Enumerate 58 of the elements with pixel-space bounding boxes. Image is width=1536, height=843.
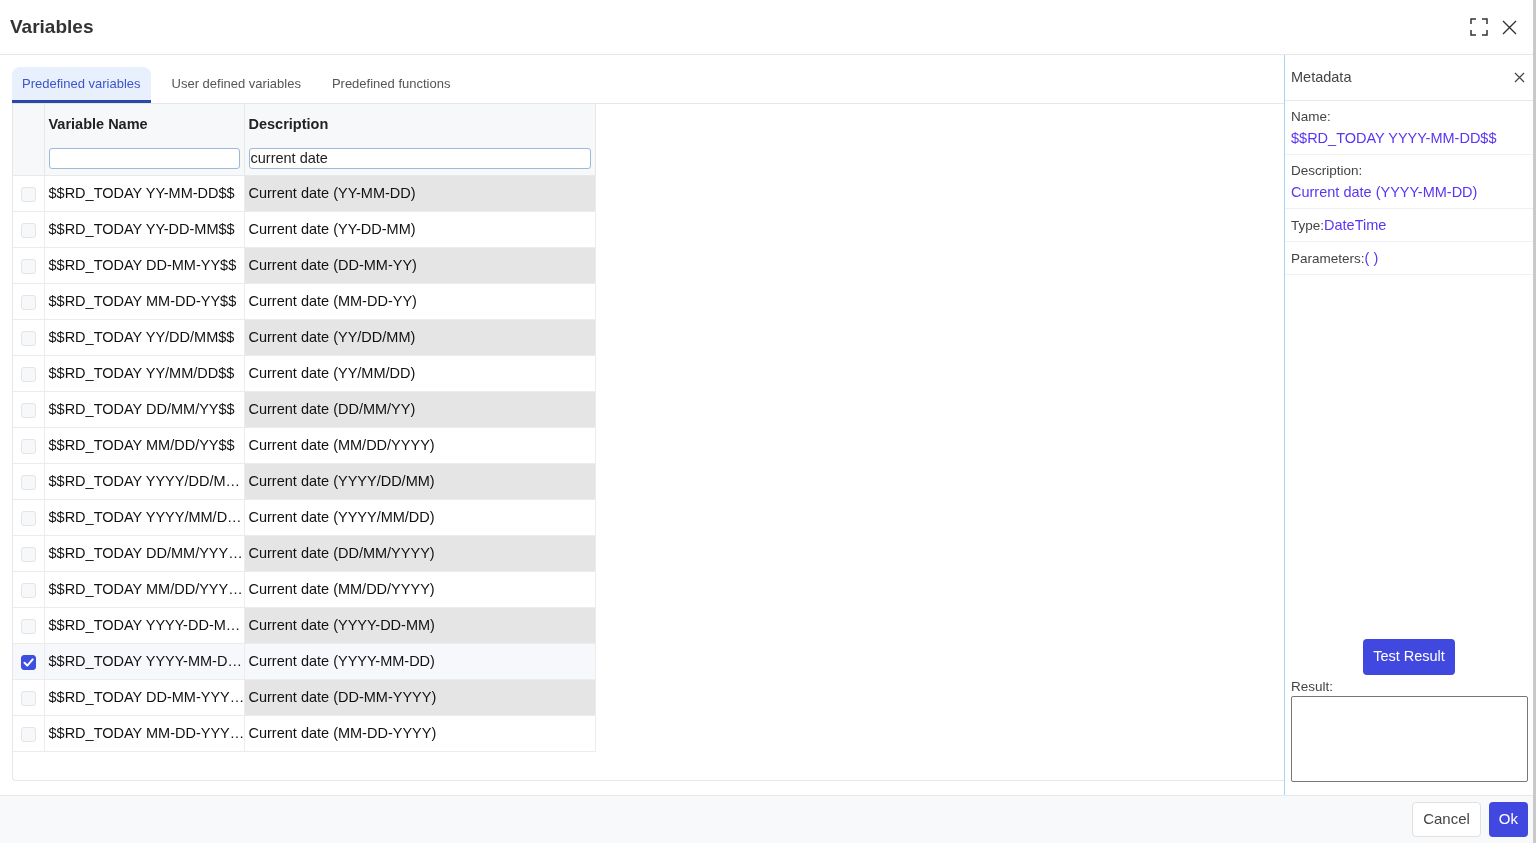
table-cell: Current date (MM-DD-YY) <box>244 283 595 320</box>
table-cell: Current date (DD-MM-YYYY) <box>244 679 595 716</box>
table-cell: $$RD_TODAY YY/MM/DD$$ <box>44 355 244 392</box>
field-label: Type: <box>1291 217 1325 235</box>
table-cell: Current date (YY-MM-DD) <box>244 175 595 212</box>
table-cell: $$RD_TODAY YYYY-MM-D… <box>44 643 244 680</box>
field-label: Name: <box>1291 108 1331 126</box>
column-header: Variable Name <box>48 115 149 134</box>
table-cell: $$RD_TODAY DD-MM-YY$$ <box>44 247 244 284</box>
panel-title: Metadata <box>1291 67 1352 87</box>
field-value: Current date (YYYY-MM-DD) <box>1291 183 1478 202</box>
checkbox[interactable] <box>20 654 36 670</box>
table-cell: $$RD_TODAY DD/MM/YYY… <box>44 535 244 572</box>
column-header: Description <box>248 115 330 134</box>
table-cell: Current date (YYYY/DD/MM) <box>244 463 595 500</box>
table-cell: $$RD_TODAY MM/DD/YYY… <box>44 571 244 608</box>
table-cell: $$RD_TODAY YY/DD/MM$$ <box>44 319 244 356</box>
table-cell: $$RD_TODAY MM-DD-YY$$ <box>44 283 244 320</box>
fullscreen-icon[interactable] <box>1470 18 1488 36</box>
table-cell: Current date (YYYY-DD-MM) <box>244 607 595 644</box>
result-field[interactable] <box>1291 696 1528 782</box>
field-label: Parameters: <box>1291 250 1365 268</box>
table-cell: $$RD_TODAY DD-MM-YYY… <box>44 679 244 716</box>
field-value: DateTime <box>1324 216 1387 235</box>
result-label: Result: <box>1290 678 1335 696</box>
table-cell: $$RD_TODAY MM-DD-YYY… <box>44 715 244 752</box>
field-label: Description: <box>1291 162 1363 180</box>
table-cell: $$RD_TODAY MM/DD/YY$$ <box>44 427 244 464</box>
tab[interactable]: Predefined variables <box>12 67 151 103</box>
table-cell: Current date (DD/MM/YY) <box>244 391 595 428</box>
filter-field[interactable]: current date <box>248 148 591 169</box>
field-value: $$RD_TODAY YYYY-MM-DD$$ <box>1291 129 1497 148</box>
table-cell: Current date (MM/DD/YYYY) <box>244 427 595 464</box>
table-cell: $$RD_TODAY YYYY-DD-M… <box>44 607 244 644</box>
table-cell: Current date (YYYY/MM/DD) <box>244 499 595 536</box>
tab[interactable]: User defined variables <box>161 67 311 103</box>
table-cell: $$RD_TODAY YY-MM-DD$$ <box>44 175 244 212</box>
table-cell: $$RD_TODAY DD/MM/YY$$ <box>44 391 244 428</box>
table-cell: Current date (MM-DD-YYYY) <box>244 715 595 752</box>
table-cell: $$RD_TODAY YYYY/DD/M… <box>44 463 244 500</box>
close-icon[interactable] <box>1502 19 1517 35</box>
table-cell: Current date (MM/DD/YYYY) <box>244 571 595 608</box>
table-cell: Current date (DD-MM-YY) <box>244 247 595 284</box>
test-result-button[interactable]: Test Result <box>1363 639 1455 675</box>
window-title: Variables <box>10 14 94 39</box>
table-cell: Current date (YY/DD/MM) <box>244 319 595 356</box>
table-cell: Current date (YYYY-MM-DD) <box>244 643 595 680</box>
tab[interactable]: Predefined functions <box>321 67 461 103</box>
table-cell: $$RD_TODAY YY-DD-MM$$ <box>44 211 244 248</box>
close-icon[interactable] <box>1514 72 1525 83</box>
cancel-button[interactable]: Cancel <box>1412 802 1481 837</box>
ok-button[interactable]: Ok <box>1488 802 1528 837</box>
filter-field[interactable] <box>48 148 240 169</box>
table-cell: Current date (YY-DD-MM) <box>244 211 595 248</box>
field-value: ( ) <box>1364 249 1379 268</box>
table-cell: Current date (DD/MM/YYYY) <box>244 535 595 572</box>
table-cell: $$RD_TODAY YYYY/MM/D… <box>44 499 244 536</box>
table-cell: Current date (YY/MM/DD) <box>244 355 595 392</box>
